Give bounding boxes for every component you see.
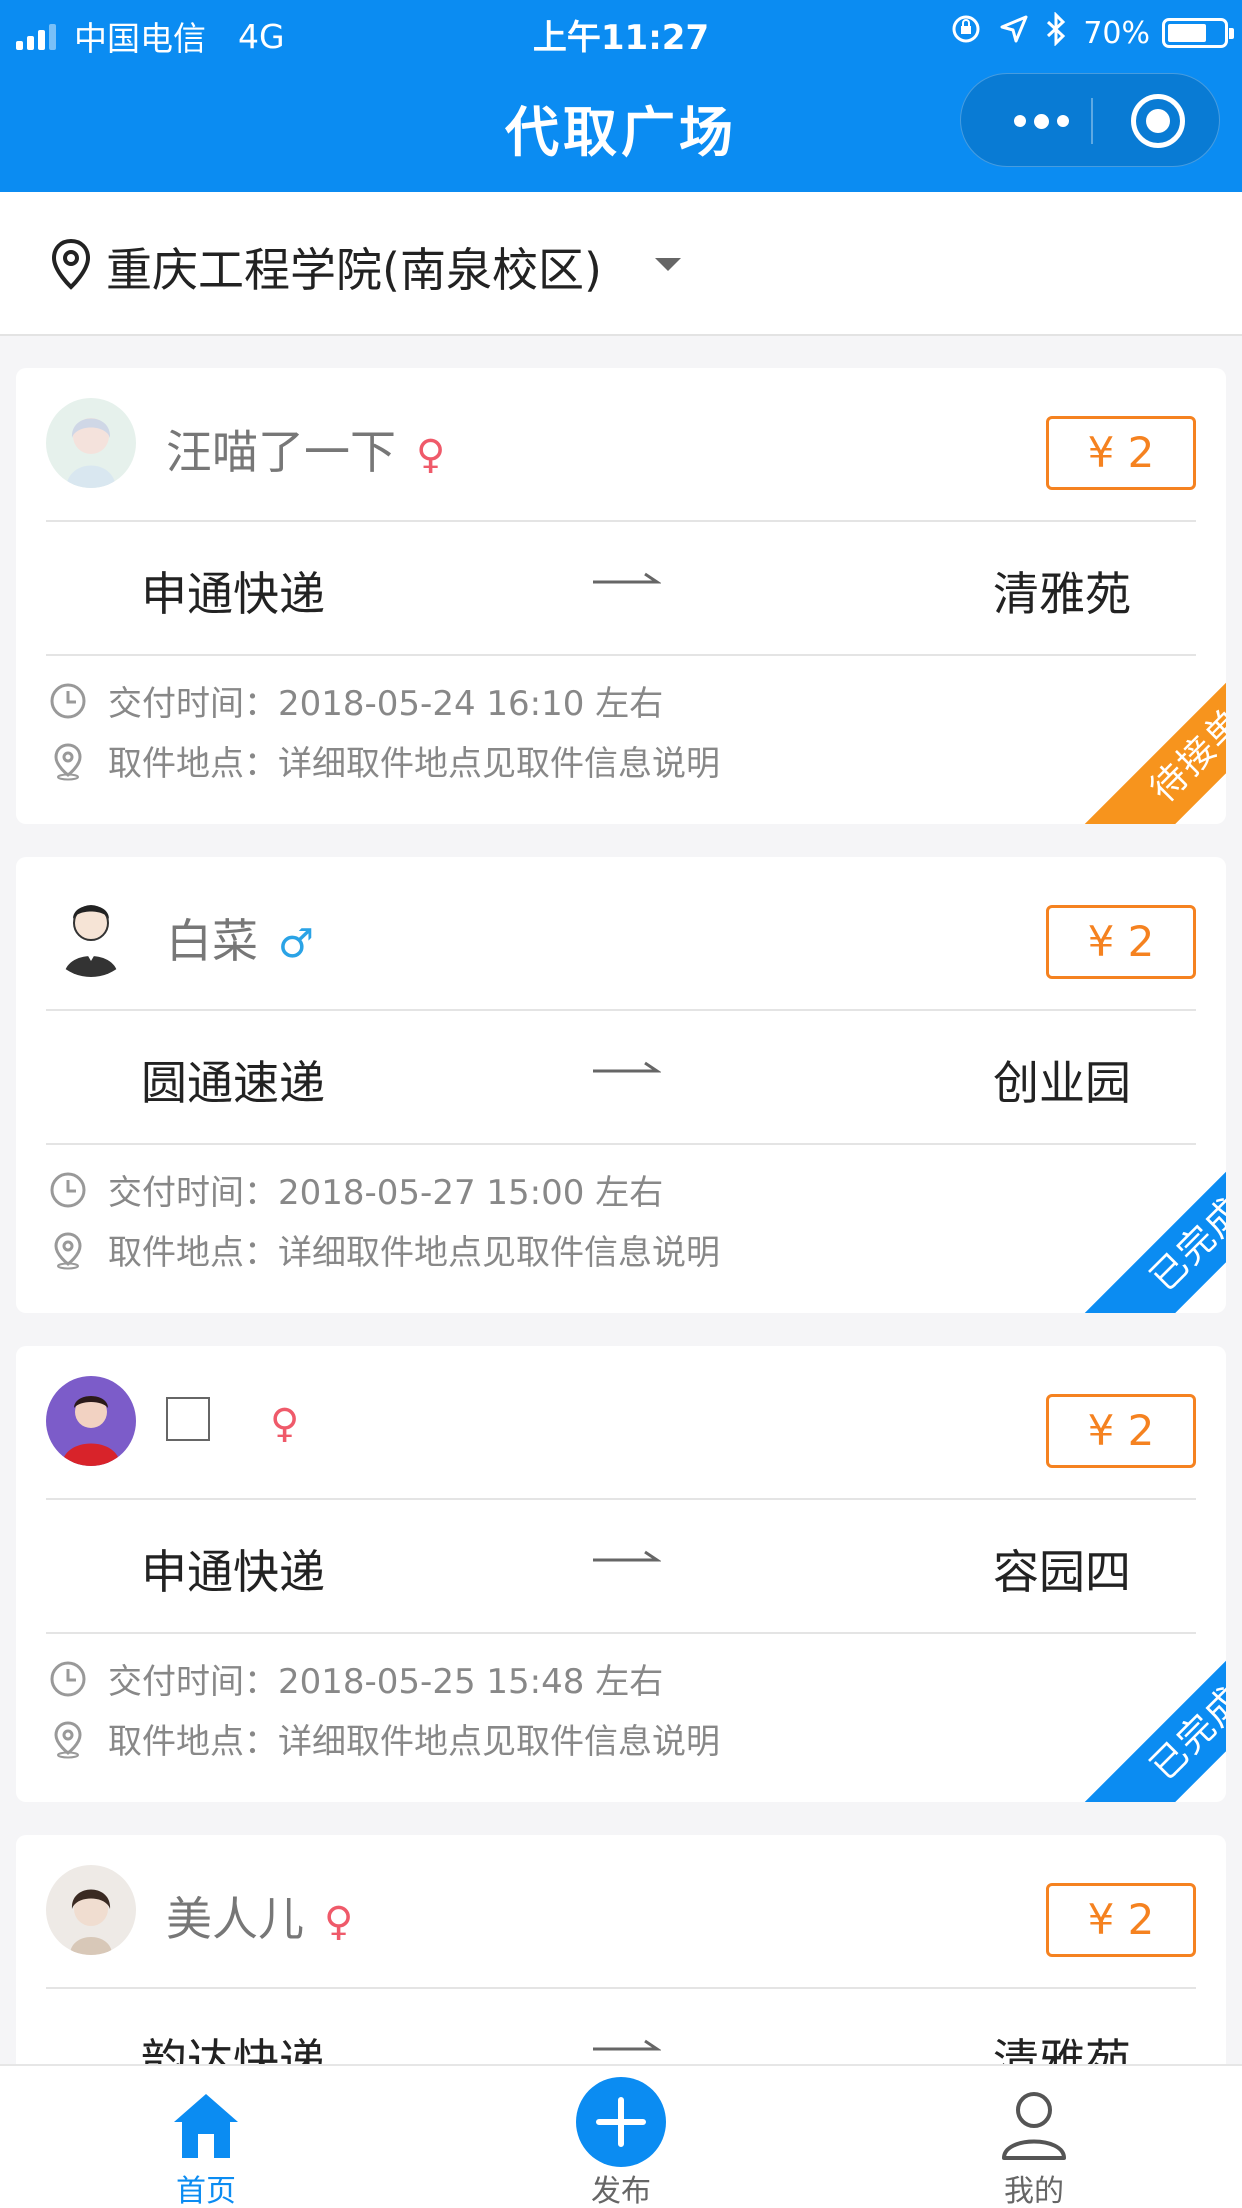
- price-tag: ¥ 2: [1046, 905, 1196, 979]
- destination: 容园四: [993, 1545, 1131, 1599]
- user-name-text: 美人儿: [166, 1892, 304, 1946]
- pickup-place: 取件地点：详细取件地点见取件信息说明: [108, 1722, 720, 1762]
- navigation-header: 中国电信 4G 上午11:27 70% 代取广场: [0, 0, 1242, 192]
- price-tag: ¥ 2: [1046, 416, 1196, 490]
- divider: [46, 1143, 1196, 1145]
- status-badge-text: 已完成: [1083, 1632, 1226, 1802]
- status-bar: 中国电信 4G 上午11:27 70%: [0, 0, 1242, 64]
- pickup-place-row: 取件地点：详细取件地点见取件信息说明: [48, 736, 720, 785]
- user-name: 美人儿 ♀: [166, 1883, 353, 1949]
- placeholder-glyph: [166, 1397, 210, 1441]
- female-icon: ♀: [324, 1899, 354, 1945]
- pickup-place-row: 取件地点：详细取件地点见取件信息说明: [48, 1714, 720, 1763]
- deliver-time: 交付时间：2018-05-27 15:00 左右: [108, 1173, 664, 1213]
- deliver-time: 交付时间：2018-05-25 15:48 左右: [108, 1662, 664, 1702]
- order-card[interactable]: ♀ ¥ 2 申通快递 容园四 交付时间：2018-05-25 15:48 左右 …: [16, 1346, 1226, 1802]
- capsule-divider: [1091, 98, 1093, 144]
- deliver-time: 交付时间：2018-05-24 16:10 左右: [108, 684, 664, 724]
- female-icon: ♀: [416, 432, 446, 478]
- location-selector[interactable]: 重庆工程学院(南泉校区): [0, 192, 1242, 336]
- user-name-text: 汪喵了一下: [166, 425, 396, 479]
- destination: 清雅苑: [993, 567, 1131, 621]
- user-name: 汪喵了一下 ♀: [166, 416, 445, 482]
- user-icon: [1002, 2092, 1066, 2160]
- male-icon: ♂: [278, 921, 314, 967]
- tab-mine[interactable]: 我的: [934, 2066, 1134, 2208]
- pickup-company: 申通快递: [141, 1545, 325, 1599]
- divider: [46, 1987, 1196, 1989]
- user-name: 白菜 ♂: [166, 905, 314, 971]
- divider: [46, 1009, 1196, 1011]
- arrow-right-icon: [591, 1053, 662, 1087]
- status-badge: 待接单: [1056, 654, 1226, 824]
- female-icon: ♀: [270, 1401, 300, 1447]
- avatar[interactable]: [46, 1376, 136, 1466]
- pickup-place-row: 取件地点：详细取件地点见取件信息说明: [48, 1225, 720, 1274]
- close-target-icon[interactable]: [1131, 94, 1185, 148]
- arrow-right-icon: [591, 1542, 662, 1576]
- divider: [46, 1632, 1196, 1634]
- deliver-time-row: 交付时间：2018-05-25 15:48 左右: [48, 1654, 663, 1703]
- status-right: 70%: [933, 11, 1234, 54]
- tab-publish[interactable]: 发布: [521, 2066, 721, 2208]
- order-card[interactable]: 白菜 ♂ ¥ 2 圆通速递 创业园 交付时间：2018-05-27 15:00 左…: [16, 857, 1226, 1313]
- status-badge: 已完成: [1056, 1143, 1226, 1313]
- arrow-right-icon: [591, 564, 662, 598]
- more-dots-icon[interactable]: [1001, 74, 1081, 168]
- battery-icon: [1162, 18, 1234, 48]
- divider: [46, 520, 1196, 522]
- deliver-time-row: 交付时间：2018-05-27 15:00 左右: [48, 1165, 663, 1214]
- pickup-company: 申通快递: [141, 567, 325, 621]
- deliver-time-row: 交付时间：2018-05-24 16:10 左右: [48, 676, 663, 725]
- tab-mine-label: 我的: [1004, 2174, 1064, 2208]
- price-tag: ¥ 2: [1046, 1394, 1196, 1468]
- destination: 创业园: [993, 1056, 1131, 1110]
- pin-outline-icon: [54, 742, 82, 780]
- plus-icon: [576, 2077, 666, 2167]
- pin-outline-icon: [54, 1720, 82, 1758]
- arrow-right-icon: [591, 2031, 662, 2065]
- location-arrow-icon: [999, 14, 1029, 52]
- pickup-place: 取件地点：详细取件地点见取件信息说明: [108, 1233, 720, 1273]
- campus-name[interactable]: 重庆工程学院(南泉校区): [106, 234, 602, 300]
- tab-publish-label: 发布: [591, 2174, 651, 2208]
- avatar[interactable]: [46, 398, 136, 488]
- avatar[interactable]: [46, 1865, 136, 1955]
- divider: [46, 1498, 1196, 1500]
- pin-outline-icon: [54, 1231, 82, 1269]
- tab-home-label: 首页: [176, 2174, 236, 2208]
- pickup-place: 取件地点：详细取件地点见取件信息说明: [108, 744, 720, 784]
- clock-icon: [50, 1661, 86, 1696]
- status-badge-text: 待接单: [1083, 654, 1226, 824]
- status-badge-text: 已完成: [1083, 1143, 1226, 1313]
- battery-percent: 70%: [1083, 15, 1150, 51]
- price-tag: ¥ 2: [1046, 1883, 1196, 1957]
- clock-icon: [50, 1172, 86, 1207]
- tab-home[interactable]: 首页: [106, 2066, 306, 2208]
- dropdown-caret-icon[interactable]: [655, 258, 681, 271]
- tab-bar: 首页 发布 我的: [0, 2064, 1242, 2208]
- avatar[interactable]: [46, 887, 136, 977]
- bluetooth-icon: [1045, 11, 1067, 54]
- rotation-lock-icon: [949, 12, 983, 54]
- user-name-text: 白菜: [166, 914, 258, 968]
- status-badge: 已完成: [1056, 1632, 1226, 1802]
- location-pin-icon: [50, 238, 92, 294]
- user-name: ♀: [166, 1394, 299, 1448]
- mini-program-capsule: [960, 73, 1220, 167]
- clock-icon: [50, 683, 86, 718]
- pickup-company: 圆通速递: [141, 1056, 325, 1110]
- home-icon: [174, 2094, 238, 2158]
- order-card[interactable]: 汪喵了一下 ♀ ¥ 2 申通快递 清雅苑 交付时间：2018-05-24 16:1…: [16, 368, 1226, 824]
- divider: [46, 654, 1196, 656]
